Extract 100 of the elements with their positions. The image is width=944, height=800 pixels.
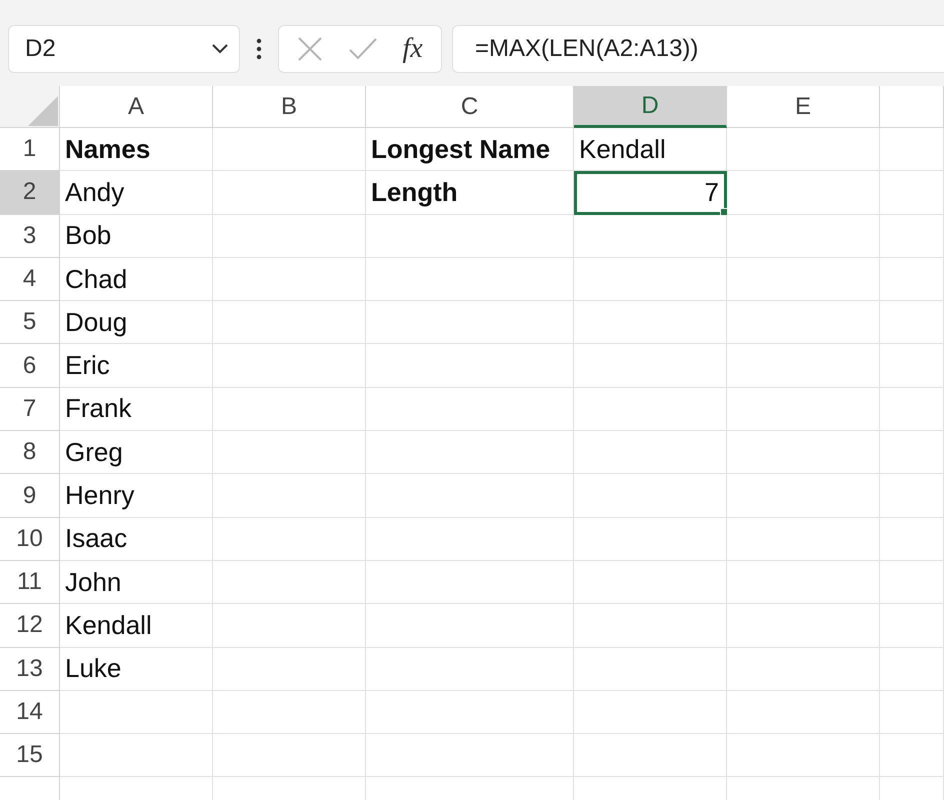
more-icon[interactable]	[256, 38, 262, 60]
table-cell[interactable]	[727, 604, 880, 648]
table-cell[interactable]	[727, 560, 880, 604]
table-cell[interactable]	[213, 604, 366, 648]
table-cell[interactable]: Isaac	[60, 518, 213, 561]
table-cell[interactable]	[213, 560, 366, 604]
table-cell[interactable]: Chad	[60, 258, 213, 302]
column-header[interactable]: A	[60, 86, 213, 128]
table-cell[interactable]	[880, 171, 944, 215]
table-cell[interactable]	[574, 258, 727, 302]
table-cell[interactable]: Henry	[60, 474, 213, 518]
table-cell[interactable]	[574, 604, 727, 648]
table-cell[interactable]	[880, 128, 944, 172]
table-cell[interactable]: John	[60, 560, 213, 604]
table-cell[interactable]	[880, 214, 944, 258]
table-cell[interactable]	[213, 431, 366, 474]
table-cell[interactable]: Doug	[60, 301, 213, 344]
row-header[interactable]: 12	[0, 604, 60, 648]
table-cell[interactable]: Eric	[60, 344, 213, 388]
table-cell[interactable]	[213, 690, 366, 734]
table-cell[interactable]	[366, 734, 574, 778]
formula-field[interactable]: =MAX(LEN(A2:A13))	[452, 25, 944, 73]
name-box[interactable]: D2	[8, 25, 240, 73]
row-header[interactable]: 6	[0, 344, 60, 388]
table-cell[interactable]	[60, 734, 213, 778]
table-cell[interactable]	[727, 301, 880, 344]
row-header[interactable]: 11	[0, 560, 60, 604]
row-header[interactable]: 9	[0, 474, 60, 518]
table-cell[interactable]	[880, 518, 944, 561]
table-cell[interactable]	[574, 431, 727, 474]
table-cell[interactable]	[574, 560, 727, 604]
column-header[interactable]: C	[366, 86, 574, 128]
table-cell[interactable]: Frank	[60, 388, 213, 432]
table-cell[interactable]: Greg	[60, 431, 213, 474]
table-cell[interactable]	[880, 648, 944, 691]
table-cell[interactable]	[727, 474, 880, 518]
table-cell[interactable]	[574, 344, 727, 388]
table-cell[interactable]	[213, 388, 366, 432]
insert-function-button[interactable]: fx	[402, 33, 423, 65]
table-cell[interactable]	[574, 690, 727, 734]
table-cell[interactable]	[366, 431, 574, 474]
table-cell[interactable]	[880, 734, 944, 778]
table-cell[interactable]	[574, 214, 727, 258]
table-cell[interactable]	[213, 344, 366, 388]
table-cell[interactable]: Kendall	[60, 604, 213, 648]
table-cell[interactable]	[213, 734, 366, 778]
cancel-icon[interactable]	[297, 36, 324, 62]
table-cell[interactable]	[880, 690, 944, 734]
table-cell[interactable]	[574, 388, 727, 432]
table-cell[interactable]: Andy	[60, 171, 213, 215]
table-cell[interactable]	[213, 171, 366, 215]
check-icon[interactable]	[348, 37, 378, 61]
table-cell[interactable]: Luke	[60, 648, 213, 691]
table-cell[interactable]	[213, 214, 366, 258]
table-cell[interactable]	[574, 518, 727, 561]
table-cell[interactable]	[366, 518, 574, 561]
select-all-icon[interactable]	[28, 96, 59, 127]
table-cell[interactable]	[366, 648, 574, 691]
table-cell[interactable]	[213, 648, 366, 691]
column-header[interactable]: D	[574, 86, 727, 128]
column-header[interactable]: B	[213, 86, 366, 128]
table-cell[interactable]	[366, 560, 574, 604]
table-cell[interactable]	[880, 604, 944, 648]
row-header[interactable]: 8	[0, 431, 60, 474]
table-cell[interactable]	[727, 214, 880, 258]
table-cell[interactable]: Names	[60, 128, 213, 172]
table-cell[interactable]	[213, 474, 366, 518]
table-cell[interactable]	[727, 171, 880, 215]
table-cell[interactable]	[213, 301, 366, 344]
table-cell[interactable]	[366, 388, 574, 432]
table-cell[interactable]	[727, 518, 880, 561]
table-cell[interactable]	[727, 734, 880, 778]
table-cell[interactable]	[727, 690, 880, 734]
row-header[interactable]: 13	[0, 648, 60, 691]
table-cell[interactable]	[880, 560, 944, 604]
table-cell[interactable]	[60, 690, 213, 734]
column-header[interactable]: E	[727, 86, 880, 128]
table-cell[interactable]: Bob	[60, 214, 213, 258]
table-cell[interactable]	[880, 301, 944, 344]
table-cell[interactable]	[880, 344, 944, 388]
table-cell[interactable]	[366, 604, 574, 648]
row-header[interactable]: 7	[0, 388, 60, 432]
row-header[interactable]: 15	[0, 734, 60, 778]
table-cell[interactable]: Length	[366, 171, 574, 215]
table-cell[interactable]: Longest Name	[366, 128, 574, 172]
table-cell[interactable]	[880, 258, 944, 302]
chevron-down-icon[interactable]	[211, 43, 229, 55]
table-cell[interactable]: 7	[574, 171, 727, 215]
table-cell[interactable]	[213, 518, 366, 561]
table-cell[interactable]	[880, 388, 944, 432]
table-cell[interactable]	[574, 301, 727, 344]
row-header[interactable]: 5	[0, 301, 60, 344]
table-cell[interactable]	[366, 474, 574, 518]
row-header[interactable]: 4	[0, 258, 60, 302]
table-cell[interactable]	[727, 128, 880, 172]
table-cell[interactable]	[727, 258, 880, 302]
column-header[interactable]	[880, 86, 944, 128]
table-cell[interactable]	[366, 214, 574, 258]
table-cell[interactable]	[727, 431, 880, 474]
table-cell[interactable]	[574, 474, 727, 518]
